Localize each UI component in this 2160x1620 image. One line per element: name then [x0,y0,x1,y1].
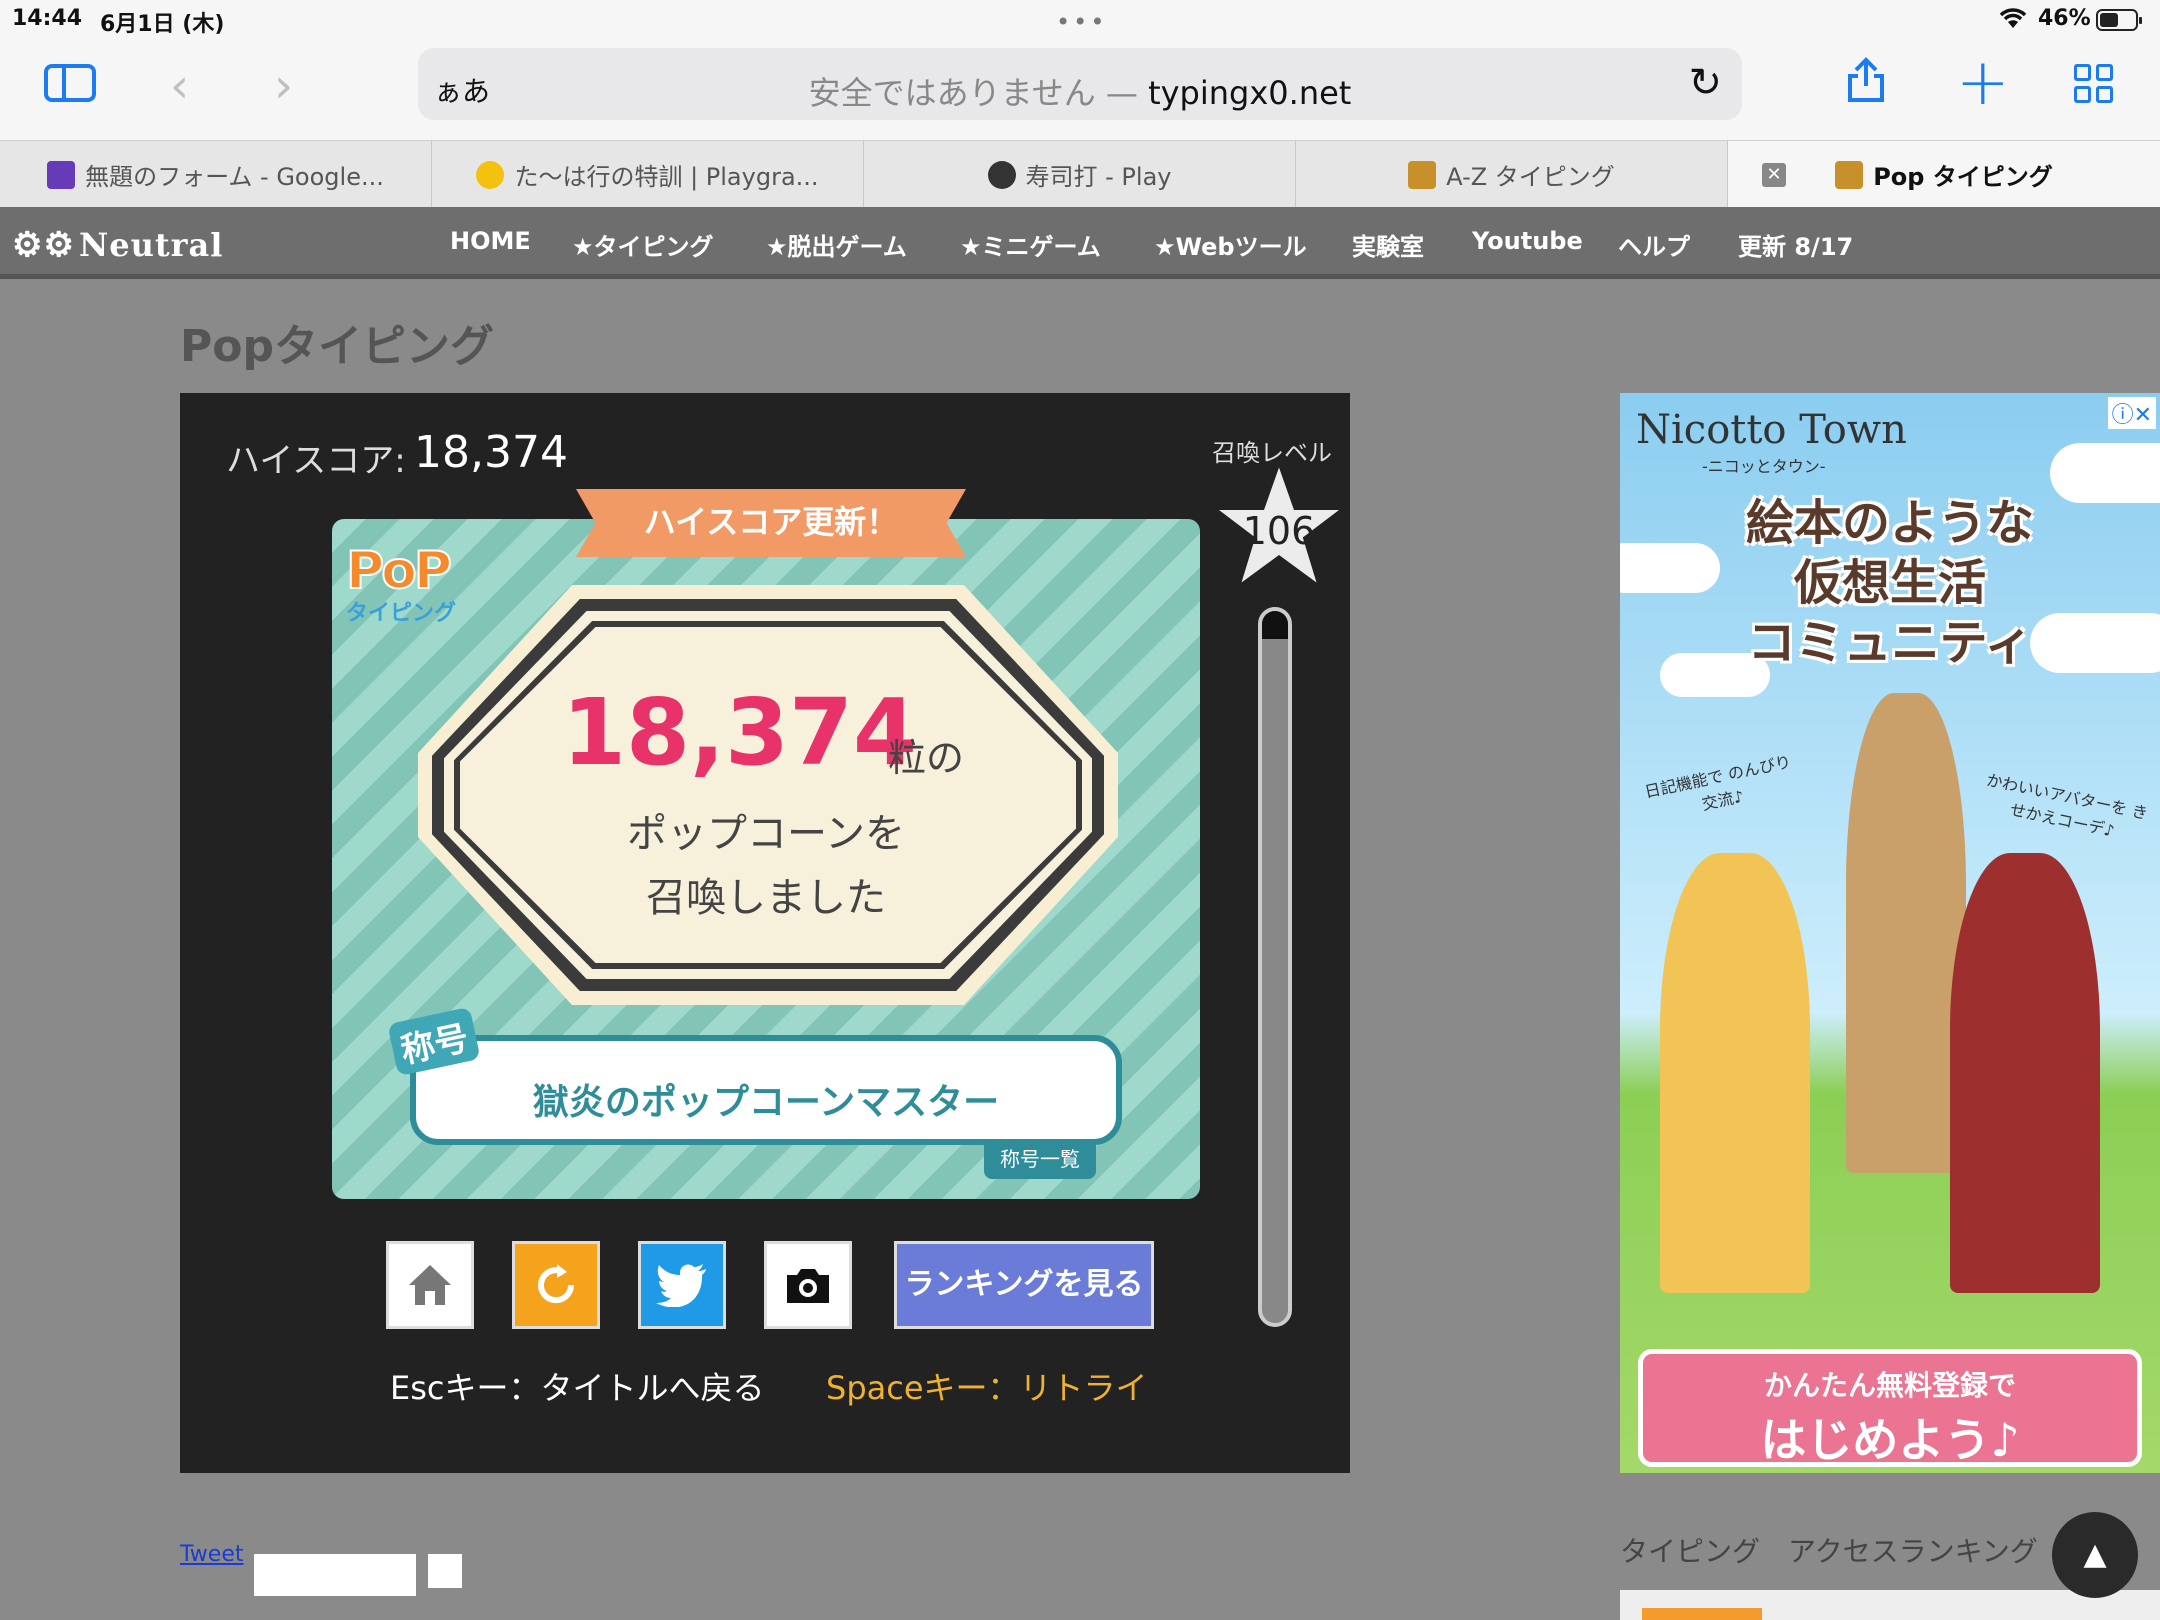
ad-bubble-left: 日記機能で のんびり交流♪ [1642,751,1793,814]
nav-lab[interactable]: 実験室 [1352,227,1424,262]
wifi-icon [1998,6,2028,36]
site-nav: ⚙⚙ Neutral HOME ★タイピング ★脱出ゲーム ★ミニゲーム ★Web… [0,207,2160,279]
tab-sushida[interactable]: 寿司打 - Play [864,141,1296,208]
cat-icon [1408,160,1437,189]
nav-update[interactable]: 更新 8/17 [1738,227,1853,262]
ad-bubble-right: かわいいアバターを きせかえコーデ♪ [1984,770,2150,841]
result-line-2: ポップコーンを [627,811,905,857]
forms-icon [47,160,76,189]
back-icon[interactable]: ‹ [170,58,189,114]
gauge-fill [1262,611,1288,640]
level-gauge [1258,607,1292,1327]
tab-overview-icon[interactable] [2074,64,2114,104]
close-icon[interactable]: ✕ [1762,163,1786,187]
scroll-top-button[interactable]: ▲ [2052,1512,2138,1598]
address-bar[interactable]: ぁあ 安全ではありません — typingx0.net ↻ [418,48,1742,120]
ad-avatar-girl-yellow [1660,853,1810,1293]
url-domain: typingx0.net [1148,74,1352,112]
tab-playgram[interactable]: た〜は行の特訓 | Playgra... [432,141,864,208]
ranking-item-badge [1642,1608,1762,1620]
access-ranking-title: タイピング アクセスランキング [1620,1535,2038,1568]
result-unit: 粒の [888,736,965,780]
screenshot-button[interactable] [764,1241,852,1329]
new-tab-icon[interactable]: + [1956,46,2010,120]
share-widget[interactable] [254,1554,416,1596]
share-icon[interactable] [1846,56,1886,115]
summon-level-label: 召喚レベル [1212,439,1332,467]
pop-typing-logo: PoP タイピング [345,540,457,626]
page-title: Popタイピング [180,321,494,372]
share-widget-small[interactable] [428,1554,462,1588]
twitter-button[interactable] [638,1241,726,1329]
rank-title-box: 獄炎のポップコーンマスター [410,1035,1122,1145]
esc-key-hint: Escキー：タイトルへ戻る [390,1369,765,1407]
twitter-icon [656,1264,706,1307]
ad-avatar-boy [1846,693,1966,1173]
insecure-label: 安全ではありません — [808,74,1138,112]
tab-google-form[interactable]: 無題のフォーム - Google... [0,141,432,208]
nav-youtube[interactable]: Youtube [1472,227,1583,255]
summon-level-value: 106 [1242,509,1316,553]
ad-headline-3: コミュニティ [1747,615,2033,671]
site-logo[interactable]: ⚙⚙ Neutral [12,225,223,265]
status-bar: 14:44 6月1日 (木) ••• 46% [0,0,2160,40]
tab-bar: 無題のフォーム - Google... た〜は行の特訓 | Playgra...… [0,140,2160,208]
cat-icon [1835,160,1864,189]
game-canvas[interactable]: ハイスコア: 18,374 召喚レベル 106 PoP タイピング 18,374… [180,393,1350,1473]
status-time: 14:44 [12,6,83,31]
tab-label: A-Z タイピング [1446,163,1615,191]
browser-toolbar: ‹ › ぁあ 安全ではありません — typingx0.net ↻ + [0,40,2160,140]
tab-label: 無題のフォーム - Google... [85,163,384,191]
status-date: 6月1日 (木) [100,12,225,37]
result-score: 18,374 [562,679,918,786]
camera-icon [787,1269,829,1303]
nav-mini-game[interactable]: ★ミニゲーム [960,227,1101,262]
ad-brand: Nicotto Town [1636,407,1907,453]
highscore-value: 18,374 [414,427,568,478]
home-icon [409,1265,451,1305]
ad-banner[interactable]: Nicotto Town -ニコッとタウン- ⓘ✕ 絵本のような 仮想生活 コミ… [1620,393,2160,1473]
tweet-link[interactable]: Tweet [180,1542,244,1567]
ranking-button[interactable]: ランキングを見る [894,1241,1154,1329]
highscore-update-banner: ハイスコア更新！ [576,489,966,557]
tab-label: 寿司打 - Play [1025,163,1172,191]
nav-help[interactable]: ヘルプ [1618,227,1690,262]
ad-avatar-girl-red [1950,853,2100,1293]
title-list-button[interactable]: 称号一覧 [984,1139,1096,1179]
space-key-hint: Spaceキー：リトライ [826,1369,1148,1407]
tab-label: Pop タイピング [1873,163,2053,191]
home-button[interactable] [386,1241,474,1329]
highscore-label: ハイスコア: [226,441,406,481]
battery-icon [2096,9,2142,31]
forward-icon[interactable]: › [274,58,293,114]
nav-typing[interactable]: ★タイピング [572,227,714,262]
battery-percent: 46% [2038,6,2091,31]
nav-escape-game[interactable]: ★脱出ゲーム [766,227,907,262]
retry-button[interactable] [512,1241,600,1329]
reload-icon[interactable]: ↻ [1688,60,1722,106]
sushi-icon [987,160,1016,189]
playgram-icon [476,160,505,189]
result-card: PoP タイピング 18,374 粒の ポップコーンを 召喚しました 獄炎のポッ… [332,519,1200,1199]
result-line-3: 召喚しました [646,875,886,921]
ad-brand-sub: -ニコッとタウン- [1702,457,1826,476]
ad-cta-button[interactable]: かんたん無料登録で はじめよう♪ [1638,1349,2142,1467]
tab-az-typing[interactable]: A-Z タイピング [1296,141,1728,208]
nav-web-tools[interactable]: ★Webツール [1154,227,1307,262]
multitask-dots[interactable]: ••• [1056,8,1107,36]
rank-title-text: 獄炎のポップコーンマスター [532,1082,1000,1123]
tab-label: た〜は行の特訓 | Playgra... [514,163,819,191]
tab-pop-typing[interactable]: ✕ Pop タイピング [1728,141,2160,208]
nav-home[interactable]: HOME [450,227,531,255]
ad-close-icon[interactable]: ⓘ✕ [2107,397,2156,429]
sidebar-toggle-icon[interactable] [44,64,96,102]
url-display[interactable]: 安全ではありません — typingx0.net [418,68,1742,114]
retry-icon [538,1264,575,1304]
gear-icon: ⚙⚙ [12,225,75,265]
